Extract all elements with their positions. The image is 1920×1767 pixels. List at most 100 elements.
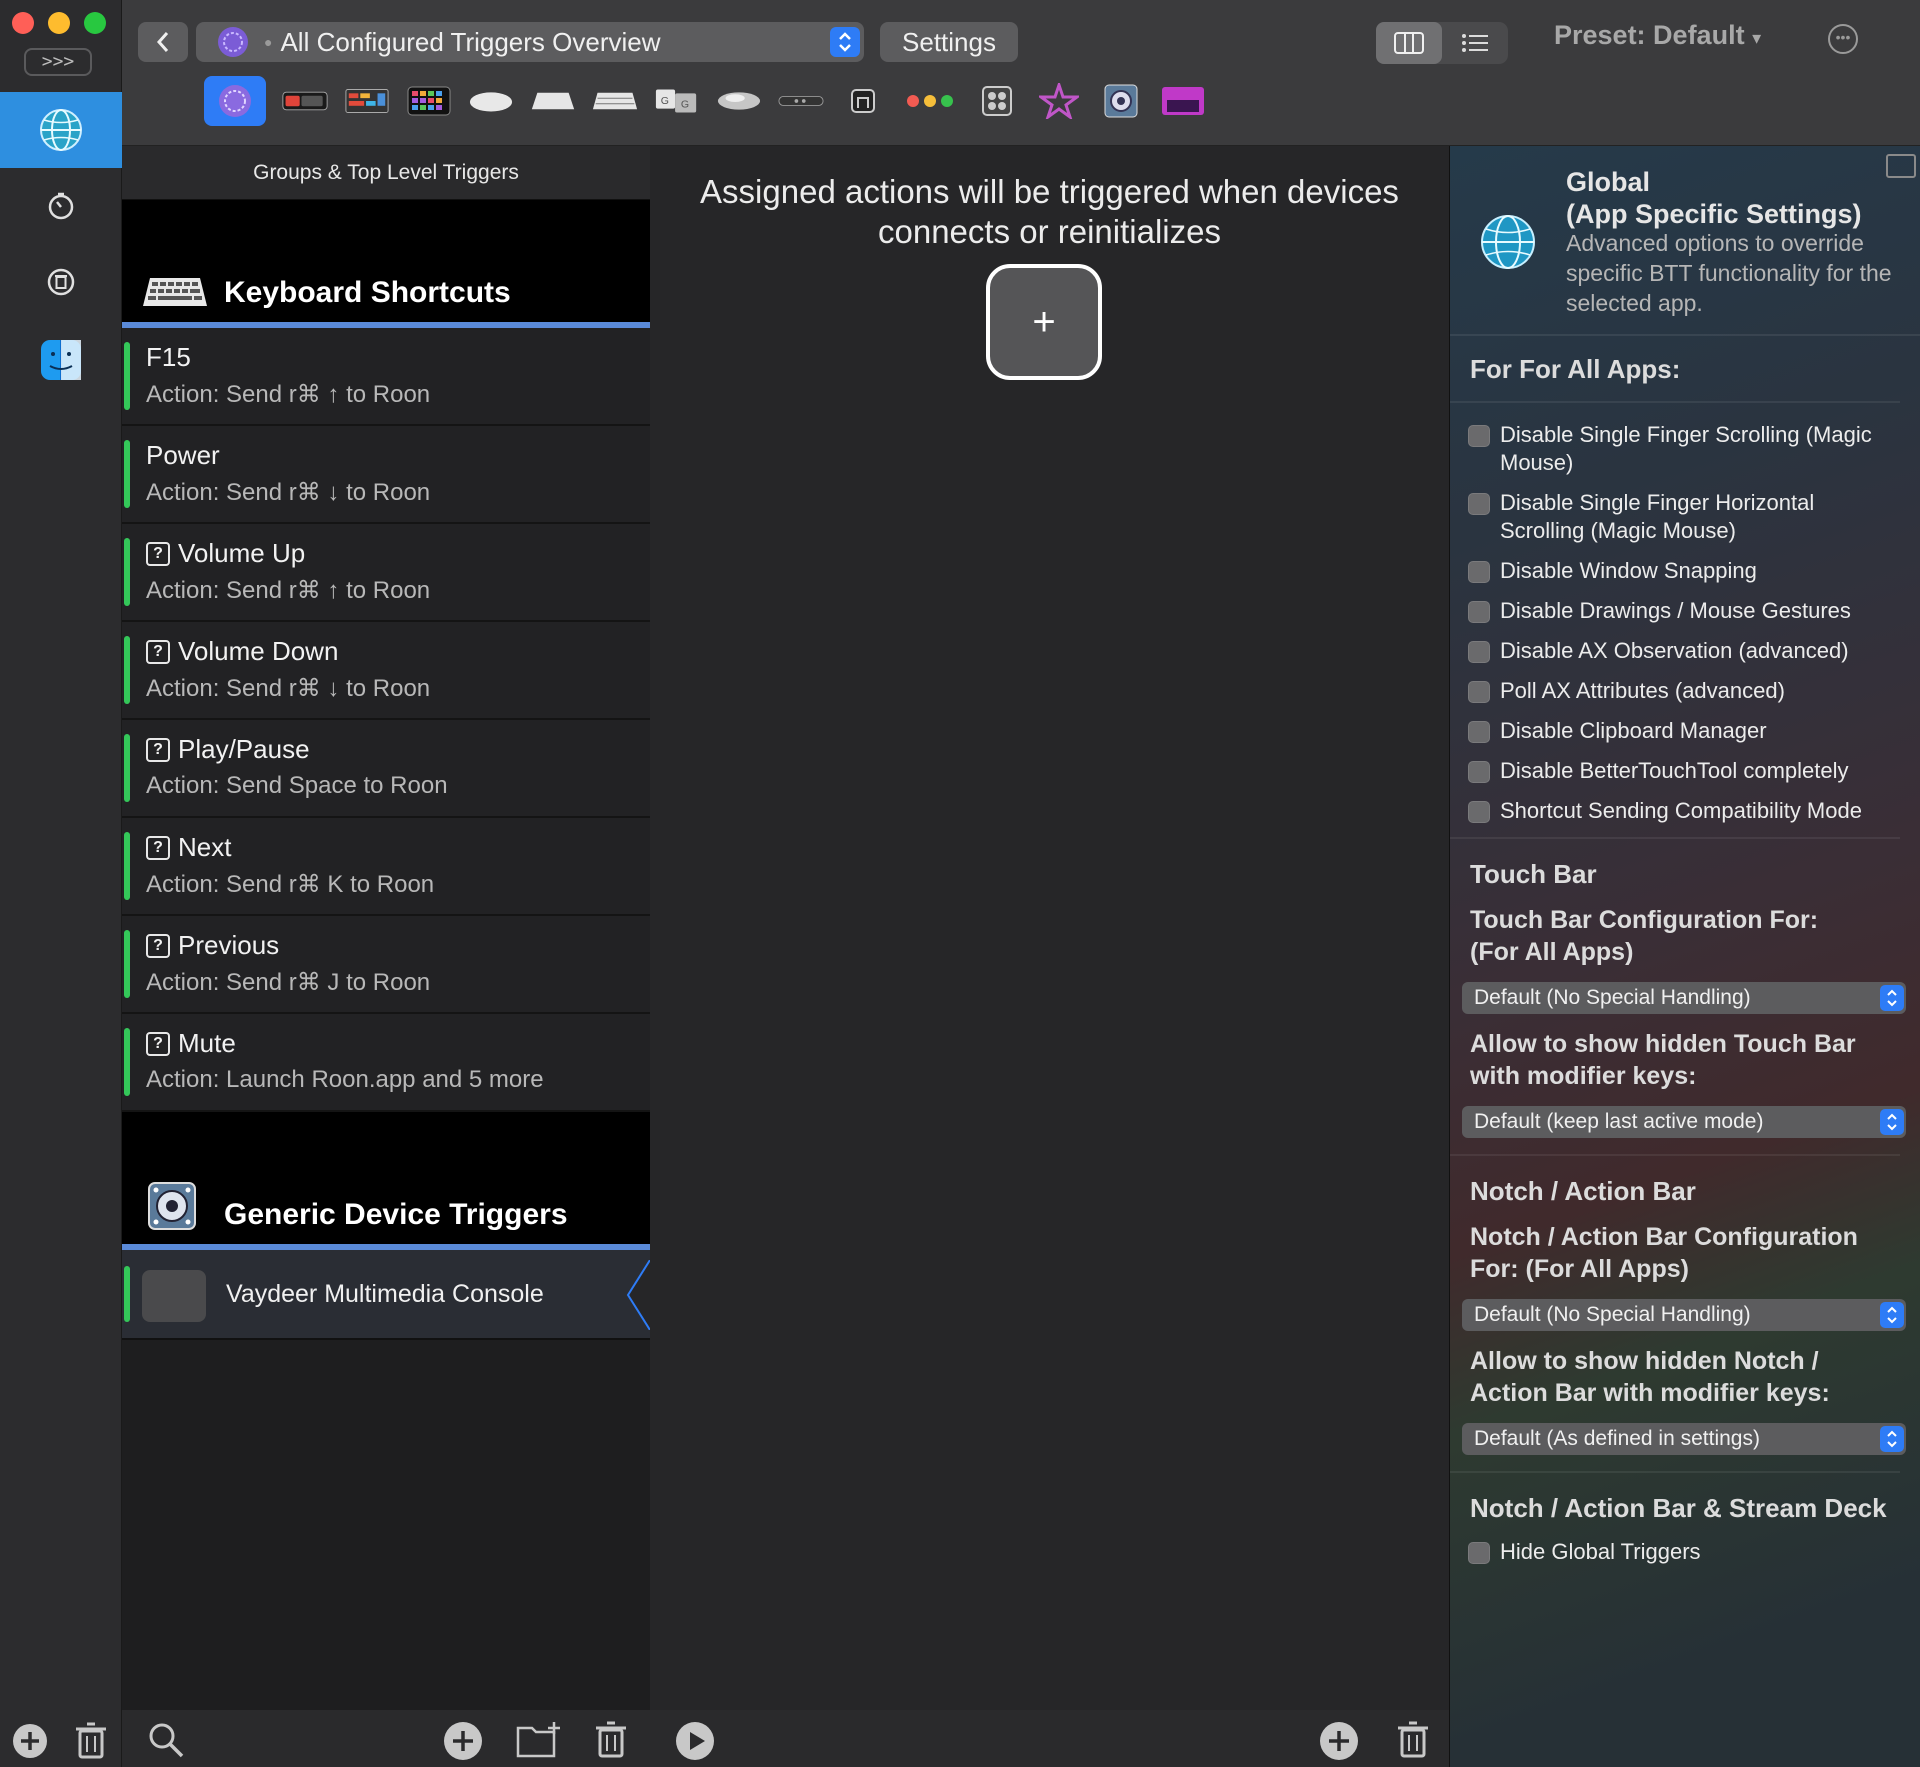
checkbox[interactable] xyxy=(1468,761,1490,783)
checkbox-label: Disable Clipboard Manager xyxy=(1500,718,1767,743)
device-stream-deck[interactable] xyxy=(406,78,452,124)
trigger-name: ? Volume Down xyxy=(146,636,338,667)
app-item-finder[interactable] xyxy=(0,322,122,398)
setting-checkbox-row[interactable]: Disable BetterTouchTool completely xyxy=(1450,757,1920,785)
device-keyboard[interactable] xyxy=(592,78,638,124)
checkbox[interactable] xyxy=(1468,721,1490,743)
delete-action-icon[interactable] xyxy=(1396,1720,1430,1760)
trigger-row[interactable]: ? Next Action: Send r⌘ K to Roon xyxy=(122,818,650,916)
settings-button[interactable]: Settings xyxy=(880,22,1018,62)
search-icon[interactable] xyxy=(146,1720,186,1760)
remote-icon xyxy=(778,95,824,107)
checkbox[interactable] xyxy=(1468,493,1490,515)
device-trigger-item[interactable]: Vaydeer Multimedia Console xyxy=(122,1250,650,1340)
minimize-window-button[interactable] xyxy=(48,12,70,34)
device-magic-mouse[interactable] xyxy=(468,78,514,124)
add-action-button[interactable]: + xyxy=(986,264,1102,380)
checkbox[interactable] xyxy=(1468,681,1490,703)
section-keyboard-shortcuts[interactable]: Keyboard Shortcuts xyxy=(122,200,650,328)
trigger-row[interactable]: Power Action: Send r⌘ ↓ to Roon xyxy=(122,426,650,524)
preset-label: Preset: Default xyxy=(1554,20,1745,50)
checkbox[interactable] xyxy=(1468,1542,1490,1564)
device-type-bar: G G xyxy=(204,76,1206,126)
trigger-row[interactable]: F15 Action: Send r⌘ ↑ to Roon xyxy=(122,328,650,426)
notch-hidden-select[interactable]: Default (As defined in settings) xyxy=(1462,1423,1906,1455)
device-automations[interactable] xyxy=(1036,78,1082,124)
device-stream-deck-plus[interactable] xyxy=(1160,78,1206,124)
section-generic-device-triggers[interactable]: Generic Device Triggers xyxy=(122,1112,650,1250)
touch-bar-config-value: Default (No Special Handling) xyxy=(1474,986,1751,1009)
checkbox[interactable] xyxy=(1468,801,1490,823)
app-item-global[interactable] xyxy=(0,92,122,168)
touch-bar-config-select[interactable]: Default (No Special Handling) xyxy=(1462,982,1906,1014)
zoom-window-button[interactable] xyxy=(84,12,106,34)
list-view-button[interactable] xyxy=(1442,22,1508,64)
setting-checkbox-row[interactable]: Shortcut Sending Compatibility Mode xyxy=(1450,797,1920,825)
column-view-button[interactable] xyxy=(1376,22,1442,64)
app-item-timer[interactable] xyxy=(0,168,122,244)
touch-bar-hidden-label: Allow to show hidden Touch Bar with modi… xyxy=(1470,1030,1856,1090)
setting-checkbox-row[interactable]: Disable AX Observation (advanced) xyxy=(1450,637,1920,665)
preset-selector[interactable]: Preset: Default ▾ xyxy=(1554,20,1761,51)
generic-device-icon xyxy=(148,1182,196,1230)
trigger-name: ? Play/Pause xyxy=(146,734,310,765)
setting-checkbox-row[interactable]: Disable Single Finger Horizontal Scrolli… xyxy=(1450,489,1920,545)
device-normal-mouse[interactable]: G G xyxy=(654,78,700,124)
setting-checkbox-row[interactable]: Disable Window Snapping xyxy=(1450,557,1920,585)
checkbox-label: Disable Drawings / Mouse Gestures xyxy=(1500,598,1851,623)
trigger-row[interactable]: ? Volume Up Action: Send r⌘ ↑ to Roon xyxy=(122,524,650,622)
touch-bar-hidden-select[interactable]: Default (keep last active mode) xyxy=(1462,1106,1906,1138)
device-trackpad[interactable] xyxy=(530,78,576,124)
trigger-list: F15 Action: Send r⌘ ↑ to Roon Power Action:… xyxy=(122,328,650,1112)
trigger-row[interactable]: ? Previous Action: Send r⌘ J to Roon xyxy=(122,916,650,1014)
setting-checkbox-row[interactable]: Disable Clipboard Manager xyxy=(1450,717,1920,745)
setting-checkbox-row[interactable]: Disable Single Finger Scrolling (Magic M… xyxy=(1450,421,1920,477)
setting-checkbox-row[interactable]: Poll AX Attributes (advanced) xyxy=(1450,677,1920,705)
trigger-row[interactable]: ? Mute Action: Launch Roon.app and 5 more xyxy=(122,1014,650,1112)
chevron-down-icon: ▾ xyxy=(1752,28,1762,48)
midi-pad-icon xyxy=(982,86,1012,116)
gesture-keys-icon: G G xyxy=(655,89,697,113)
device-window-buttons[interactable] xyxy=(902,78,958,124)
checkbox-list: Disable Single Finger Scrolling (Magic M… xyxy=(1450,421,1920,825)
setting-checkbox-row[interactable]: Disable Drawings / Mouse Gestures xyxy=(1450,597,1920,625)
device-siri-remote[interactable] xyxy=(778,78,824,124)
svg-text:G: G xyxy=(661,95,669,107)
hide-global-triggers-row[interactable]: Hide Global Triggers xyxy=(1450,1538,1920,1566)
add-trigger-icon[interactable] xyxy=(442,1720,484,1762)
add-app-icon[interactable] xyxy=(10,1721,50,1761)
checkbox[interactable] xyxy=(1468,425,1490,447)
close-window-button[interactable] xyxy=(12,12,34,34)
trigger-action: Action: Send r⌘ ↑ to Roon xyxy=(146,577,431,604)
window-icon[interactable] xyxy=(1886,154,1916,178)
device-midi[interactable] xyxy=(974,78,1020,124)
trigger-name-text: Mute xyxy=(178,1028,236,1058)
checkbox[interactable] xyxy=(1468,601,1490,623)
device-apple-tv[interactable] xyxy=(840,78,886,124)
notch-config-select[interactable]: Default (No Special Handling) xyxy=(1462,1299,1906,1331)
divider xyxy=(1450,1154,1900,1156)
more-options-button[interactable]: ••• xyxy=(1828,24,1858,54)
add-action-icon[interactable] xyxy=(1318,1720,1360,1762)
delete-trigger-icon[interactable] xyxy=(594,1720,628,1760)
add-folder-icon[interactable] xyxy=(516,1720,562,1760)
trigger-row[interactable]: ? Play/Pause Action: Send Space to Roon xyxy=(122,720,650,818)
mouse-icon xyxy=(717,92,761,110)
app-item-trash[interactable] xyxy=(0,244,122,320)
trigger-row[interactable]: ? Volume Down Action: Send r⌘ ↓ to Roon xyxy=(122,622,650,720)
trigger-name-text: Volume Down xyxy=(178,636,339,666)
checkbox[interactable] xyxy=(1468,561,1490,583)
device-generic[interactable] xyxy=(1098,78,1144,124)
trigger-name: ? Previous xyxy=(146,930,279,961)
device-notch-bar[interactable] xyxy=(344,78,390,124)
delete-app-icon[interactable] xyxy=(74,1721,108,1761)
device-touch-bar[interactable] xyxy=(282,78,328,124)
trigger-name-text: Power xyxy=(146,440,220,470)
device-all-triggers[interactable] xyxy=(204,76,266,126)
expand-sidebar-button[interactable]: >>> xyxy=(24,48,92,76)
play-icon[interactable] xyxy=(674,1720,716,1762)
trigger-type-select[interactable]: ● All Configured Triggers Overview xyxy=(196,22,864,62)
device-other-mouse[interactable] xyxy=(716,78,762,124)
checkbox[interactable] xyxy=(1468,641,1490,663)
back-button[interactable] xyxy=(138,22,188,62)
